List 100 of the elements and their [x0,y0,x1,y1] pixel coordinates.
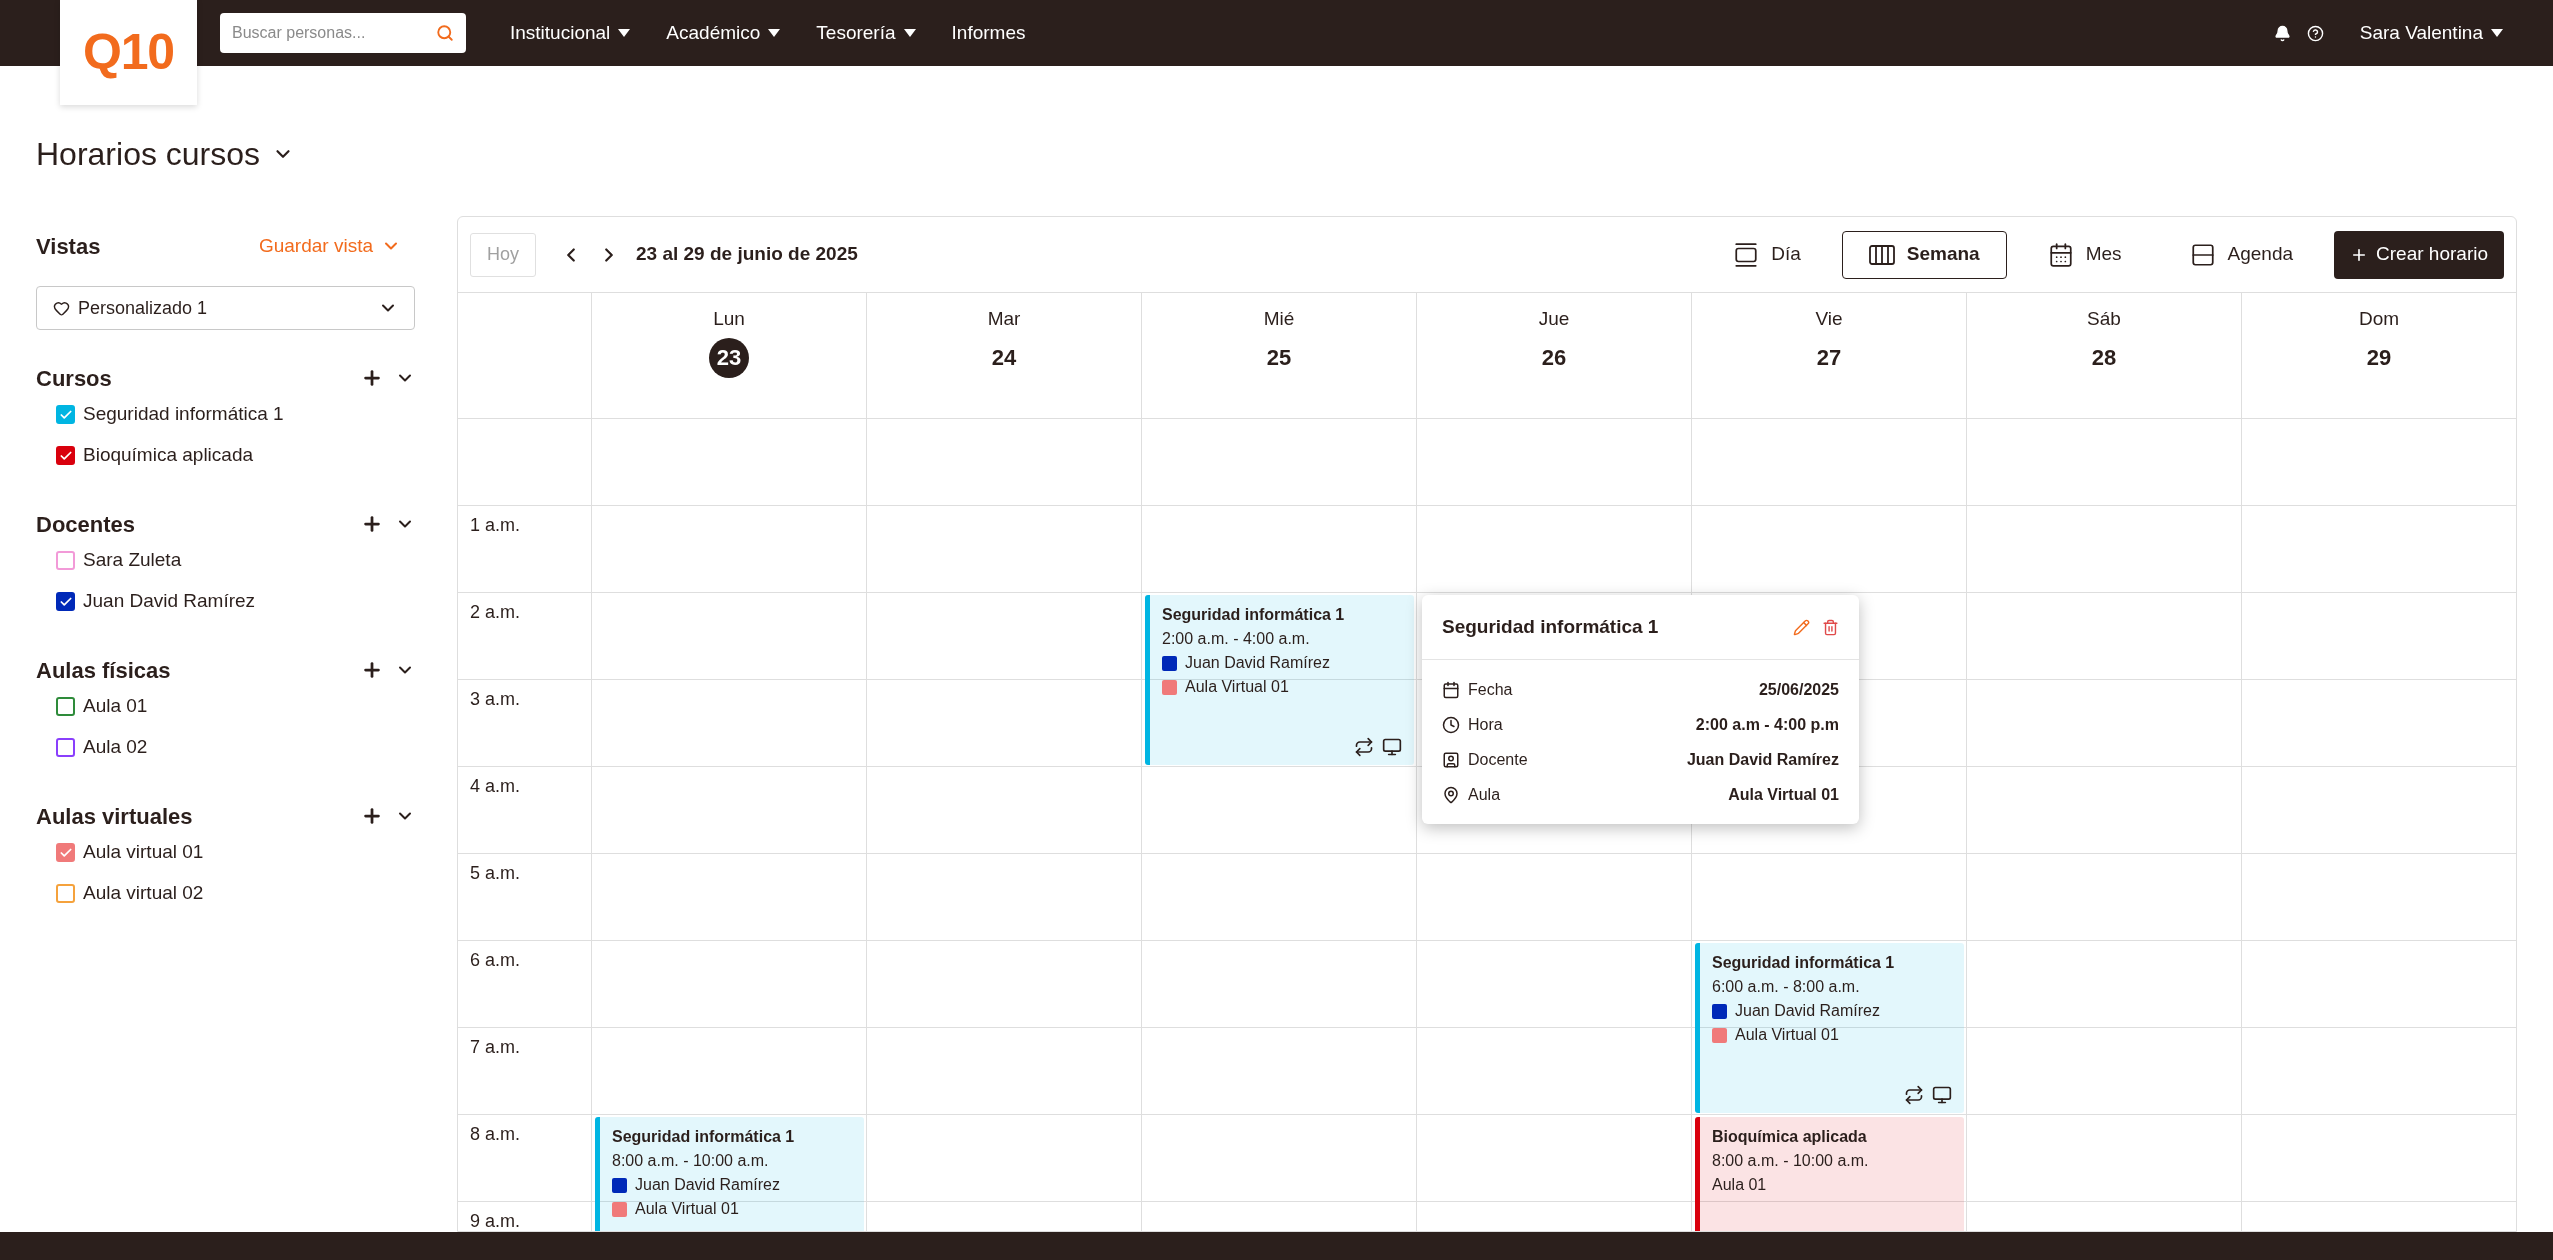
hour-label: 4 a.m. [470,776,521,796]
user-icon [1442,750,1460,769]
day-number[interactable]: 26 [1534,337,1574,378]
detail-label: Aula [1468,784,1501,805]
hour-label: 3 a.m. [470,689,521,709]
day-name: Mié [1263,307,1295,331]
checkbox[interactable] [56,738,75,757]
filter-heading: Aulas virtuales [36,802,193,831]
checkbox[interactable] [56,884,75,903]
event-title: Seguridad informática 1 [1712,953,1896,973]
nav-menu-item[interactable]: Institucional [510,18,631,48]
nav-menu-item[interactable]: Académico [666,18,781,48]
caret-icon [618,29,631,37]
calendar-icon [1442,680,1460,699]
filter-heading: Aulas físicas [36,656,171,685]
day-number[interactable]: 27 [1809,337,1849,378]
view-tab[interactable]: Mes [2020,230,2149,279]
checkbox[interactable] [56,697,75,716]
detail-value: 25/06/2025 [1758,679,1839,700]
clock-icon [1442,715,1460,734]
event-time: 8:00 a.m. - 10:00 a.m. [612,1151,770,1171]
hour-label: 7 a.m. [470,1037,521,1057]
filter-label: Aula 02 [83,735,148,760]
search-input[interactable]: Buscar personas... [232,21,436,45]
day-number[interactable]: 23 [709,337,749,378]
event-time: 2:00 a.m. - 4:00 a.m. [1162,629,1311,649]
heart-icon [53,299,70,317]
event-room: Aula Virtual 01 [1735,1025,1839,1045]
hour-label: 2 a.m. [470,602,521,622]
event-title: Bioquímica aplicada [1712,1127,1868,1147]
view-tab[interactable]: Semana [1841,230,2007,279]
view-select[interactable]: Personalizado 1 [36,286,415,330]
filter-label: Seguridad informática 1 [83,402,284,427]
checkbox[interactable] [56,446,75,465]
popup-title: Seguridad informática 1 [1442,614,1659,639]
filter-label: Sara Zuleta [83,548,182,573]
detail-label: Docente [1468,749,1528,770]
search-field[interactable]: Buscar personas... [220,13,466,53]
calendar-icon [2047,241,2074,268]
hour-label: 1 a.m. [470,515,521,535]
caret-icon [768,29,781,37]
day-name: Jue [1538,307,1570,331]
add-icon[interactable] [361,513,383,535]
caret-icon [2491,29,2503,37]
event-teacher: Juan David Ramírez [1735,1001,1880,1021]
filter-label: Aula virtual 02 [83,881,204,906]
event-room: Aula Virtual 01 [1185,677,1289,697]
checkbox[interactable] [56,551,75,570]
nav-menu-item[interactable]: Informes [951,18,1026,48]
event-card[interactable]: Bioquímica aplicada 8:00 a.m. - 10:00 a.m. Aula 01 [1695,1117,1964,1231]
event-title: Seguridad informática 1 [1162,605,1346,625]
event-teacher: Juan David Ramírez [1185,653,1330,673]
detail-label: Fecha [1468,679,1513,700]
checkbox[interactable] [56,405,75,424]
nav-menu-item[interactable]: Tesorería [816,18,916,48]
filter-heading: Docentes [36,510,136,539]
event-title: Seguridad informática 1 [612,1127,796,1147]
trash-icon[interactable] [1822,618,1839,636]
day-name: Vie [1815,307,1843,331]
day-name: Mar [987,307,1021,331]
filter-label: Bioquímica aplicada [83,443,254,468]
event-time: 8:00 a.m. - 10:00 a.m. [1712,1151,1870,1171]
create-schedule-button[interactable]: Crear horario [2334,230,2504,279]
rows-icon [2189,241,2216,268]
filter-label: Aula virtual 01 [83,840,204,865]
edit-icon[interactable] [1793,618,1810,636]
view-tab[interactable]: Día [1706,230,1828,279]
hour-label: 8 a.m. [470,1124,521,1144]
event-card[interactable]: Seguridad informática 1 2:00 a.m. - 4:00 a.m. Juan David Ramírez Aula Virtual 01 [1145,595,1414,765]
day-name: Sáb [2087,307,2121,331]
event-room: Aula Virtual 01 [635,1199,739,1219]
add-icon[interactable] [361,367,383,389]
page-title[interactable]: Horarios cursos [36,130,295,178]
filter-heading: Cursos [36,364,112,393]
columns-icon [1868,244,1895,265]
event-card[interactable]: Seguridad informática 1 6:00 a.m. - 8:00 a.m. Juan David Ramírez Aula Virtual 01 [1695,943,1964,1113]
add-icon[interactable] [361,659,383,681]
detail-value: Juan David Ramírez [1686,749,1839,770]
bell-icon[interactable] [2273,24,2291,42]
day-number[interactable]: 28 [2084,337,2124,378]
search-icon [436,24,454,42]
hour-label: 6 a.m. [470,950,521,970]
checkbox[interactable] [56,843,75,862]
view-tab[interactable]: Agenda [2162,230,2321,279]
help-icon[interactable] [2306,24,2324,42]
hour-label: 9 a.m. [470,1211,521,1231]
day-view-icon [1733,241,1760,268]
user-menu[interactable]: Sara Valentina [2359,18,2503,48]
caret-icon [903,29,916,37]
day-number[interactable]: 29 [2359,337,2399,378]
event-time: 6:00 a.m. - 8:00 a.m. [1712,977,1861,997]
date-range: 23 al 29 de junio de 2025 [636,242,858,267]
sidebar-heading: Vistas [36,232,101,261]
checkbox[interactable] [56,592,75,611]
detail-label: Hora [1468,714,1503,735]
day-number[interactable]: 24 [984,337,1024,378]
day-number[interactable]: 25 [1259,337,1299,378]
filter-label: Juan David Ramírez [83,589,256,614]
filter-label: Aula 01 [83,694,148,719]
add-icon[interactable] [361,805,383,827]
